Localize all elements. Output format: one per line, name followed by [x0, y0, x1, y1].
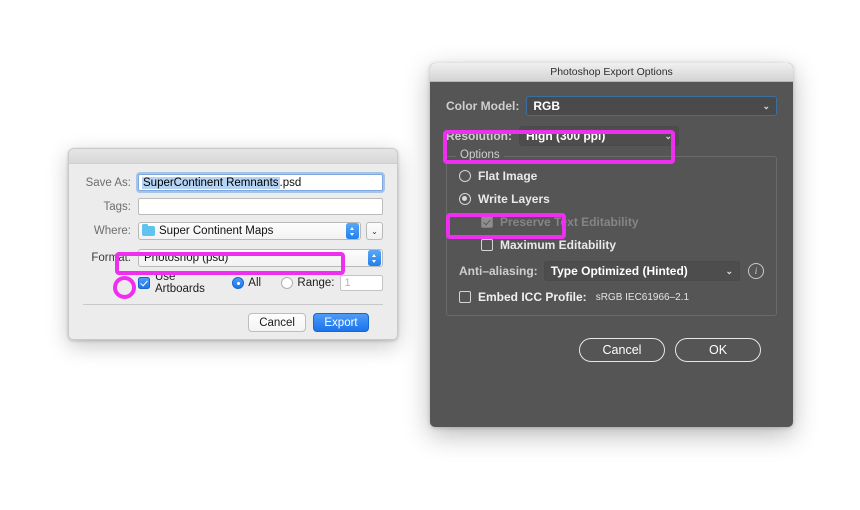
format-row: Format: Photoshop (psd): [83, 249, 383, 267]
format-popup-button[interactable]: Photoshop (psd): [138, 249, 383, 267]
format-value: Photoshop (psd): [144, 252, 229, 264]
save-dialog-footer: Cancel Export: [83, 305, 383, 332]
embed-icc-profile-row[interactable]: Embed ICC Profile: sRGB IEC61966–2.1: [459, 290, 764, 304]
embed-icc-profile-checkbox[interactable]: [459, 291, 471, 303]
color-model-select[interactable]: RGB ⌄: [526, 96, 777, 116]
save-as-input[interactable]: SuperContinent Remnants .psd: [138, 174, 383, 191]
preserve-text-editability-row: Preserve Text Editability: [481, 215, 764, 229]
options-groupbox: Options Flat Image Write Layers Preserve…: [446, 149, 777, 316]
resolution-select[interactable]: High (300 ppi) ⌄: [519, 126, 679, 146]
where-label: Where:: [93, 225, 131, 237]
format-label: Format:: [91, 252, 131, 264]
anti-aliasing-select[interactable]: Type Optimized (Hinted) ⌄: [543, 261, 740, 281]
where-expand-chevron-down-icon[interactable]: ⌄: [366, 222, 383, 240]
maximum-editability-row[interactable]: Maximum Editability: [481, 238, 764, 252]
use-artboards-checkbox[interactable]: [138, 277, 150, 289]
save-as-selected-text: SuperContinent Remnants: [142, 176, 280, 189]
save-as-label: Save As:: [85, 176, 131, 189]
where-popup-button[interactable]: Super Continent Maps: [138, 222, 361, 240]
ps-dialog-footer: Cancel OK: [446, 316, 777, 362]
resolution-row: Resolution: High (300 ppi) ⌄: [446, 126, 777, 146]
ps-dialog-title: Photoshop Export Options: [430, 63, 793, 82]
save-export-button[interactable]: Export: [313, 313, 369, 332]
folder-icon: [142, 223, 155, 236]
artboards-all-label: All: [248, 277, 262, 289]
anti-aliasing-label: Anti–aliasing:: [459, 264, 538, 278]
maximum-editability-checkbox[interactable]: [481, 239, 493, 251]
save-as-row: Save As: SuperContinent Remnants .psd: [83, 174, 383, 191]
tags-label: Tags:: [103, 200, 132, 213]
flat-image-radio[interactable]: [459, 170, 471, 182]
preserve-text-editability-checkbox: [481, 216, 493, 228]
info-icon[interactable]: i: [748, 263, 764, 279]
artboards-row: Use Artboards All Range: 1: [138, 271, 384, 295]
photoshop-export-options-dialog: Photoshop Export Options Color Model: RG…: [430, 63, 793, 427]
preserve-text-editability-label: Preserve Text Editability: [500, 215, 639, 229]
save-as-extension: .psd: [279, 176, 302, 189]
anti-aliasing-row: Anti–aliasing: Type Optimized (Hinted) ⌄…: [459, 261, 764, 281]
artboards-range-label: Range:: [297, 277, 335, 289]
flat-image-row[interactable]: Flat Image: [459, 169, 764, 183]
artboards-all-radio[interactable]: [232, 277, 245, 289]
options-group-title: Options: [456, 149, 504, 161]
save-dialog-titlebar: [69, 149, 397, 164]
write-layers-row[interactable]: Write Layers: [459, 192, 764, 206]
tags-input[interactable]: [138, 198, 383, 215]
color-model-value: RGB: [533, 99, 560, 113]
resolution-label: Resolution:: [446, 129, 512, 143]
anti-aliasing-chevron-down-icon: ⌄: [725, 265, 733, 276]
maximum-editability-label: Maximum Editability: [500, 238, 617, 252]
chevron-down-icon: ⌄: [762, 100, 770, 111]
color-model-label: Color Model:: [446, 99, 520, 113]
ps-cancel-button[interactable]: Cancel: [579, 338, 665, 362]
where-value: Super Continent Maps: [159, 225, 274, 237]
save-dialog: Save As: SuperContinent Remnants .psd Tag…: [68, 148, 398, 340]
tags-row: Tags:: [83, 198, 383, 215]
resolution-chevron-down-icon: ⌄: [664, 130, 672, 141]
use-artboards-label: Use Artboards: [155, 271, 205, 295]
flat-image-label: Flat Image: [478, 169, 538, 183]
embed-icc-profile-value: sRGB IEC61966–2.1: [595, 291, 690, 303]
screenshot-canvas: Save As: SuperContinent Remnants .psd Tag…: [0, 0, 860, 510]
save-dialog-body: Save As: SuperContinent Remnants .psd Tag…: [69, 164, 397, 332]
format-up-down-stepper-icon[interactable]: [368, 250, 381, 266]
save-cancel-button[interactable]: Cancel: [248, 313, 306, 332]
ps-ok-button[interactable]: OK: [675, 338, 761, 362]
color-model-row: Color Model: RGB ⌄: [446, 96, 777, 116]
resolution-value: High (300 ppi): [526, 129, 606, 143]
where-row: Where: Super Continent Maps ⌄: [83, 222, 383, 240]
anti-aliasing-value: Type Optimized (Hinted): [550, 264, 688, 278]
ps-dialog-body: Color Model: RGB ⌄ Resolution: High (300…: [430, 82, 793, 362]
up-down-stepper-icon[interactable]: [346, 223, 359, 239]
write-layers-radio[interactable]: [459, 193, 471, 205]
embed-icc-profile-label: Embed ICC Profile:: [478, 290, 587, 304]
artboards-range-input[interactable]: 1: [339, 275, 384, 291]
write-layers-label: Write Layers: [478, 192, 550, 206]
artboards-range-radio[interactable]: [281, 277, 294, 289]
